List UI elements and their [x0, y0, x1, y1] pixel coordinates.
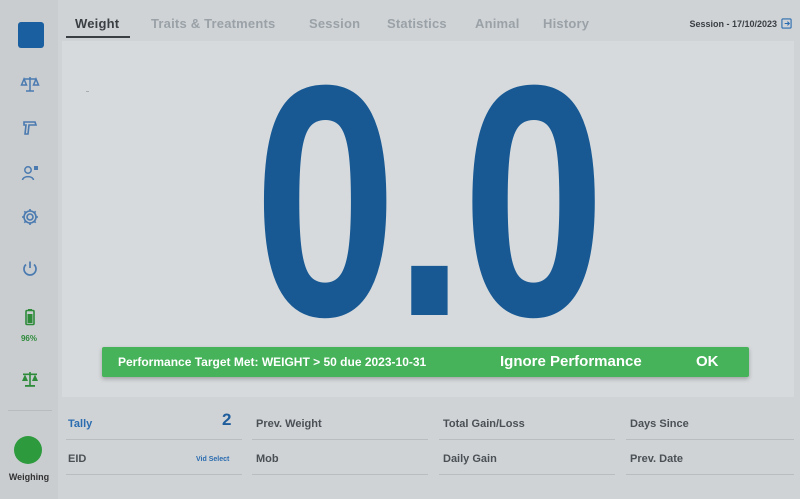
prev-weight-label: Prev. Weight	[256, 418, 322, 430]
session-label: Session - 17/10/2023	[689, 18, 777, 29]
tab-weight[interactable]: Weight	[75, 16, 119, 31]
session-info[interactable]: Session - 17/10/2023	[689, 18, 792, 29]
vid-select-link[interactable]: Vid Select	[196, 456, 229, 463]
ok-button[interactable]: OK	[696, 353, 719, 370]
sidebar-divider	[8, 410, 52, 411]
eid-label: EID	[68, 453, 87, 465]
daily-gain-label: Daily Gain	[443, 453, 497, 465]
gear-icon[interactable]	[17, 204, 43, 230]
app-logo[interactable]	[18, 22, 44, 48]
total-gain-label: Total Gain/Loss	[443, 418, 525, 430]
battery-icon	[17, 304, 43, 330]
row-divider	[626, 439, 794, 440]
ignore-performance-button[interactable]: Ignore Performance	[500, 353, 642, 370]
sidebar: 96% Weighing	[0, 0, 58, 499]
status-indicator	[14, 436, 42, 464]
banner-message: Performance Target Met: WEIGHT > 50 due …	[118, 355, 427, 369]
tally-value: 2	[222, 410, 232, 429]
tally-label: Tally	[68, 418, 93, 430]
spray-gun-icon[interactable]	[17, 115, 43, 141]
active-tab-indicator	[66, 36, 130, 38]
display-tick-mark	[86, 91, 89, 92]
row-divider	[252, 439, 428, 440]
scale-icon[interactable]	[17, 71, 43, 97]
days-since-label: Days Since	[630, 418, 689, 430]
mob-label: Mob	[256, 453, 279, 465]
row-divider	[439, 474, 615, 475]
prev-date-label: Prev. Date	[630, 453, 683, 465]
person-settings-icon[interactable]	[17, 160, 43, 186]
battery-percent: 96%	[20, 334, 37, 343]
row-divider	[439, 439, 615, 440]
row-divider	[66, 439, 242, 440]
status-label: Weighing	[8, 472, 50, 482]
row-divider	[252, 474, 428, 475]
row-divider	[626, 474, 794, 475]
row-divider	[66, 474, 242, 475]
performance-banner: Performance Target Met: WEIGHT > 50 due …	[102, 347, 749, 377]
weight-value: 0.0	[253, 16, 606, 385]
exit-icon[interactable]	[781, 18, 792, 29]
power-icon[interactable]	[17, 256, 43, 282]
scale-alt-icon[interactable]	[17, 366, 43, 392]
